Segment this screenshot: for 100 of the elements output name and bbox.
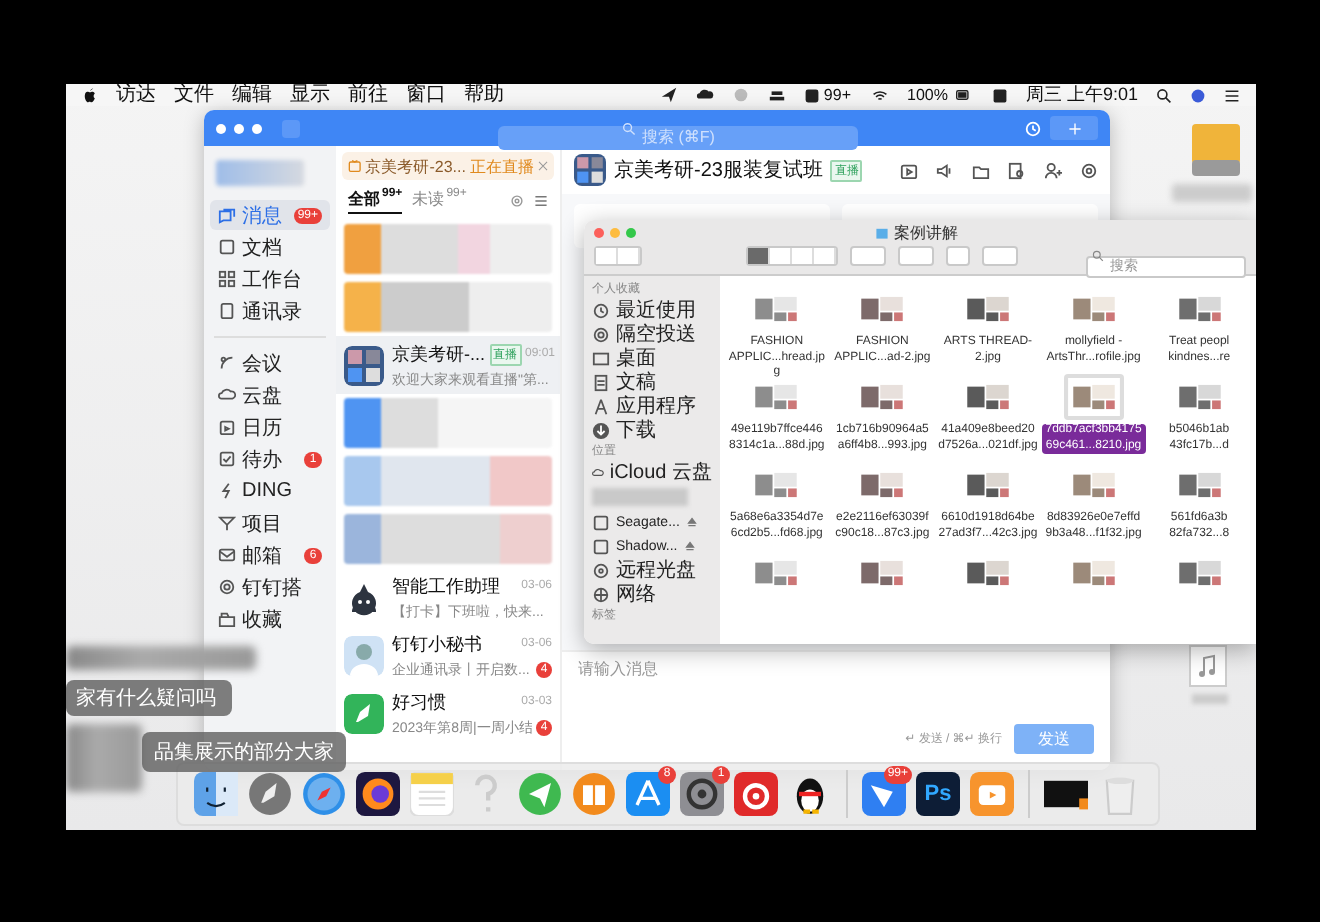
notification-count: 99+ [823, 86, 851, 104]
grid-icon [218, 270, 236, 288]
window-title: 案例讲解 [894, 222, 958, 244]
nav-item[interactable]: 云盘 [210, 380, 330, 410]
sidebar-item[interactable]: 应用程序 [592, 394, 712, 418]
menu-clock: 周三 上午9:01 [1025, 84, 1138, 108]
menu-item[interactable]: 编辑 [232, 84, 272, 106]
compass-icon[interactable] [302, 772, 346, 816]
blurred-comment [66, 724, 142, 792]
menu-icon [534, 194, 548, 208]
calendar-icon [218, 418, 236, 436]
face-icon[interactable] [194, 772, 238, 816]
book-icon[interactable] [572, 772, 616, 816]
blurred-sidebar-item [592, 488, 688, 506]
window-dot [234, 123, 244, 133]
nav-item[interactable]: DING [210, 476, 330, 506]
nav-item[interactable]: 文档 [210, 232, 330, 262]
envelope-icon [218, 546, 236, 564]
live-comment: 家有什么疑问吗 [66, 680, 232, 716]
external-drive-icon [1188, 120, 1244, 180]
history-icon [1024, 119, 1042, 137]
chat-bubbles-icon [218, 206, 236, 224]
sidebar-item[interactable]: 桌面 [592, 346, 712, 370]
folder-icon[interactable] [972, 161, 990, 179]
lightning-icon [218, 482, 236, 500]
sidebar-item[interactable]: 最近使用 [592, 298, 712, 322]
document-icon [592, 373, 610, 391]
menu-item[interactable]: 帮助 [464, 84, 504, 106]
cloud-icon [695, 86, 714, 104]
sidebar-item[interactable]: 文稿 [592, 370, 712, 394]
settings-icon[interactable] [1080, 161, 1098, 179]
close-button[interactable] [594, 228, 604, 238]
disc-icon [592, 561, 610, 579]
folder-icon [218, 610, 236, 628]
stack-icon [767, 86, 786, 104]
sidebar-item[interactable]: 远程光盘 [592, 558, 712, 582]
blurred-chat-row[interactable] [344, 224, 552, 274]
menu-item[interactable]: 前往 [348, 84, 388, 106]
globe-icon [592, 585, 610, 603]
folder-icon [874, 226, 890, 240]
contact-card-icon [218, 302, 236, 320]
zoom-button[interactable] [626, 228, 636, 238]
blurred-profile [216, 160, 304, 186]
view-switcher[interactable] [746, 245, 838, 265]
nav-item[interactable]: 工作台 [210, 264, 330, 294]
nav-item[interactable]: 日历 [210, 412, 330, 442]
sidebar-item[interactable]: 下载 [592, 418, 712, 442]
window-dot [216, 123, 226, 133]
document-icon [218, 238, 236, 256]
circle-icon [731, 86, 750, 104]
add-button[interactable] [1050, 116, 1098, 140]
nav-item[interactable]: 收藏 [210, 604, 330, 634]
at-sign-icon [510, 194, 524, 208]
blurred-label [1192, 694, 1228, 704]
gear-icon[interactable] [680, 772, 724, 816]
rocket-avatar [344, 693, 384, 733]
chat-bubble-icon [803, 87, 820, 103]
sidebar-item[interactable]: 网络 [592, 582, 712, 606]
sidebar-item[interactable]: iCloud 云盘 [592, 460, 712, 484]
list-icon [1224, 87, 1240, 103]
video-icon[interactable] [900, 161, 918, 179]
apple-icon [82, 86, 98, 104]
search-field[interactable]: 搜索 (⌘F) [498, 125, 858, 149]
nav-item[interactable]: 会议 [210, 348, 330, 378]
tv-icon[interactable] [970, 772, 1014, 816]
blurred-chat-row[interactable] [344, 398, 552, 448]
paper-plane-icon[interactable] [518, 772, 562, 816]
file-search-icon[interactable] [1008, 161, 1026, 179]
message-input[interactable]: 请输入消息 [578, 660, 1094, 678]
nav-item[interactable]: 通讯录 [210, 296, 330, 326]
download-icon [592, 421, 610, 439]
target-icon [592, 325, 610, 343]
nav-item[interactable]: 钉钉搭 [210, 572, 330, 602]
cloud-icon [592, 463, 604, 481]
ring-icon [218, 578, 236, 596]
person-avatar [344, 635, 384, 675]
checkbox-icon [218, 450, 236, 468]
cloud-icon [218, 386, 236, 404]
funnel-icon [218, 514, 236, 532]
square-icon [991, 87, 1008, 103]
group-avatar [344, 345, 384, 385]
paper-plane-icon [659, 86, 678, 104]
app-icon[interactable]: Ps [916, 772, 960, 816]
live-comment: 品集展示的部分大家 [142, 732, 346, 772]
siri-icon [1190, 87, 1206, 103]
blurred-label [1172, 184, 1252, 202]
search-icon [622, 121, 636, 135]
tv-icon [348, 158, 362, 174]
plus-icon [1067, 121, 1081, 135]
search-icon [1156, 87, 1172, 103]
nav-item[interactable]: 项目 [210, 508, 330, 538]
image-thumbnail[interactable] [1063, 374, 1124, 420]
chat-title: 京美考研-23服装复试班 [614, 157, 823, 184]
live-banner[interactable]: 京美考研-23... 正在直播 [342, 152, 554, 180]
window-dot [252, 123, 262, 133]
battery-icon [951, 88, 974, 102]
add-person-icon[interactable] [1044, 161, 1062, 179]
sidebar-item[interactable]: 隔空投送 [592, 322, 712, 346]
speaker-icon[interactable] [936, 161, 954, 179]
menu-item[interactable]: 显示 [290, 84, 330, 106]
